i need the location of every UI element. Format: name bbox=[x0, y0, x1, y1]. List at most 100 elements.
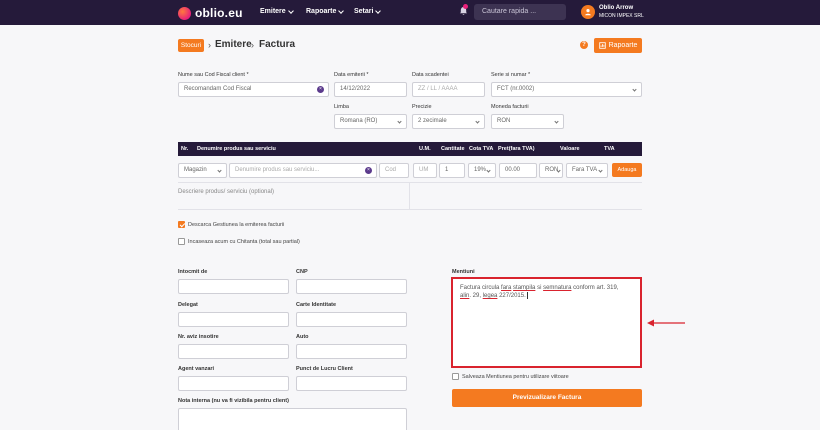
mentiuni-text: stampila bbox=[513, 285, 536, 291]
limba-select[interactable]: Romana (RO) bbox=[334, 114, 407, 129]
notification-badge bbox=[463, 4, 468, 9]
delegat-input[interactable] bbox=[178, 312, 289, 327]
chevron-down-icon bbox=[632, 87, 637, 92]
precizie-select[interactable]: 2 zecimale bbox=[412, 114, 485, 129]
delegat-label: Delegat bbox=[178, 302, 198, 308]
descarca-label: Descarca Gestiunea la emiterea facturii bbox=[188, 222, 285, 228]
salveaza-checkbox[interactable] bbox=[452, 373, 459, 380]
cota-select[interactable]: 19% bbox=[468, 163, 496, 178]
report-icon bbox=[598, 42, 606, 49]
pret-value: 00.00 bbox=[505, 167, 521, 173]
chevron-down-icon bbox=[287, 7, 294, 14]
logo-text: oblio.eu bbox=[195, 6, 243, 20]
moneda-select[interactable]: RON bbox=[491, 114, 564, 129]
th-cota-tva: Cota TVA bbox=[469, 146, 494, 152]
logo[interactable]: oblio.eu bbox=[178, 6, 243, 20]
intocmit-label: Intocmit de bbox=[178, 269, 208, 275]
serie-select[interactable]: FCT (nr.0002) bbox=[491, 82, 642, 97]
aviz-input[interactable] bbox=[178, 344, 289, 359]
precizie-value: 2 zecimale bbox=[418, 118, 447, 124]
nav-emitere[interactable]: Emitere bbox=[260, 7, 294, 15]
rapoarte-button[interactable]: Rapoarte bbox=[594, 38, 642, 53]
chevron-down-icon bbox=[598, 168, 603, 173]
data-emiterii-field[interactable]: 14/12/2022 bbox=[334, 82, 407, 97]
th-cantitate: Cantitate bbox=[441, 146, 465, 152]
cod-input[interactable]: Cod bbox=[379, 163, 409, 178]
agent-label: Agent vanzari bbox=[178, 366, 215, 372]
mentiuni-text: . 29, bbox=[469, 293, 482, 300]
gestiune-select[interactable]: Magazin bbox=[178, 163, 227, 178]
adauga-button[interactable]: Adauga bbox=[612, 163, 642, 177]
th-valoare: Valoare bbox=[560, 146, 580, 152]
user-name: Oblio Arrow bbox=[599, 5, 634, 11]
moneda-value: RON bbox=[497, 118, 511, 124]
data-scadentei-placeholder: ZZ / LL / AAAA bbox=[418, 86, 458, 92]
nav-rapoarte[interactable]: Rapoarte bbox=[306, 7, 345, 15]
nav-emitere-label: Emitere bbox=[260, 8, 286, 15]
cod-placeholder: Cod bbox=[385, 167, 397, 173]
serie-label: Serie si numar * bbox=[491, 72, 531, 78]
cnp-input[interactable] bbox=[296, 279, 407, 294]
breadcrumb-separator: › bbox=[208, 40, 211, 50]
mentiuni-text: Factura circula bbox=[460, 285, 500, 291]
mentiuni-text: fara bbox=[501, 285, 512, 291]
user-company: MICON IMPEX SRL bbox=[599, 13, 644, 19]
chevron-down-icon bbox=[556, 168, 561, 173]
avatar[interactable] bbox=[581, 5, 595, 19]
divider bbox=[178, 209, 642, 210]
descriere-placeholder: Descriere produs/ serviciu (optional) bbox=[178, 189, 275, 195]
pret-input[interactable]: 00.00 bbox=[499, 163, 537, 178]
pret-moneda-select[interactable]: RON bbox=[539, 163, 563, 178]
breadcrumb-separator: › bbox=[251, 40, 254, 50]
client-label: Nume sau Cod Fiscal client * bbox=[178, 72, 249, 78]
aviz-label: Nr. aviz insotire bbox=[178, 334, 219, 340]
search-placeholder: Cautare rapida ... bbox=[482, 8, 537, 15]
data-scadentei-field[interactable]: ZZ / LL / AAAA bbox=[412, 82, 485, 97]
incasare-checkbox[interactable] bbox=[178, 238, 185, 245]
carte-label: Carte Identitate bbox=[296, 302, 337, 308]
moneda-label: Moneda facturii bbox=[491, 104, 529, 110]
user-icon bbox=[585, 9, 591, 16]
th-um: U.M. bbox=[419, 146, 431, 152]
products-table-header: Nr. Denumire produs sau serviciu U.M. Ca… bbox=[178, 142, 642, 156]
limba-value: Romana (RO) bbox=[340, 118, 378, 124]
auto-label: Auto bbox=[296, 334, 309, 340]
client-input[interactable]: Recomandam Cod Fiscal × bbox=[178, 82, 329, 97]
salveaza-label: Salveaza Mentiunea pentru utilizare viit… bbox=[462, 374, 569, 380]
text-cursor bbox=[526, 292, 528, 299]
precizie-label: Precizie bbox=[412, 104, 432, 110]
cantitate-input[interactable]: 1 bbox=[439, 163, 465, 178]
breadcrumb-emitere[interactable]: Emitere bbox=[215, 39, 252, 50]
logo-icon bbox=[178, 6, 191, 20]
data-scadentei-label: Data scadentei bbox=[412, 72, 449, 78]
serie-value: FCT (nr.0002) bbox=[497, 86, 535, 92]
mentiuni-textarea[interactable]: Factura circula fara stampila si semnatu… bbox=[451, 277, 642, 368]
nota-textarea[interactable] bbox=[178, 408, 407, 430]
chevron-down-icon bbox=[375, 7, 382, 14]
th-nr: Nr. bbox=[181, 146, 189, 152]
carte-input[interactable] bbox=[296, 312, 407, 327]
help-icon[interactable]: ? bbox=[580, 41, 588, 49]
intocmit-input[interactable] bbox=[178, 279, 289, 294]
incasare-label: Incaseaza acum cu Chitanta (total sau pa… bbox=[188, 239, 300, 245]
punct-input[interactable] bbox=[296, 376, 407, 391]
auto-input[interactable] bbox=[296, 344, 407, 359]
red-arrow-icon bbox=[647, 319, 685, 327]
clear-icon[interactable]: × bbox=[365, 167, 372, 174]
chevron-down-icon bbox=[338, 7, 345, 14]
stocuri-button[interactable]: Stocuri bbox=[178, 39, 204, 52]
tva-select[interactable]: Fara TVA bbox=[566, 163, 608, 178]
previzualizare-button[interactable]: Previzualizare Factura bbox=[452, 389, 642, 407]
mentiuni-text: 227/2015. bbox=[499, 293, 526, 300]
cnp-label: CNP bbox=[296, 269, 308, 275]
chevron-down-icon bbox=[397, 119, 402, 124]
produs-input[interactable]: Denumire produs sau serviciu... × bbox=[229, 163, 377, 178]
agent-input[interactable] bbox=[178, 376, 289, 391]
um-input[interactable]: UM bbox=[413, 163, 437, 178]
search-input[interactable]: Cautare rapida ... bbox=[474, 4, 566, 20]
descriere-input[interactable]: Descriere produs/ serviciu (optional) bbox=[178, 183, 410, 209]
nav-setari[interactable]: Setari bbox=[354, 7, 382, 15]
mentiuni-text: alin bbox=[460, 293, 470, 300]
clear-icon[interactable]: × bbox=[317, 86, 324, 93]
descarca-checkbox[interactable] bbox=[178, 221, 185, 228]
